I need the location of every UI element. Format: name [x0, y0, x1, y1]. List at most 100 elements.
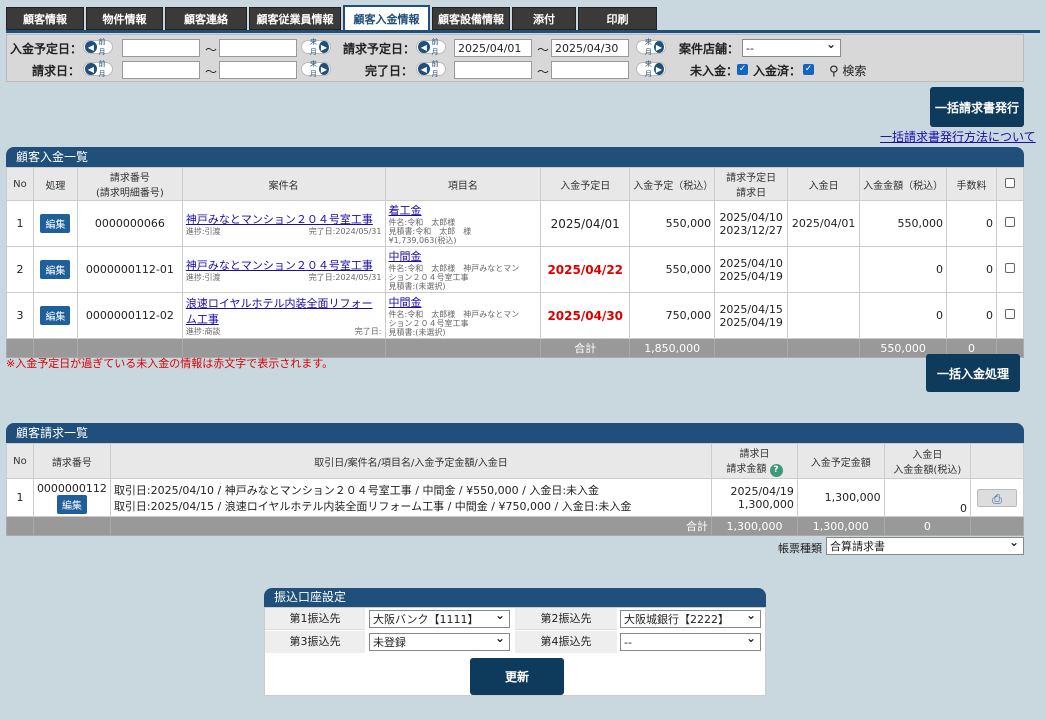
- update-button[interactable]: 更新: [470, 658, 564, 695]
- invoice-due: 2025/04/15: [719, 302, 783, 316]
- next-month-button[interactable]: ▶ 来月: [301, 38, 331, 56]
- invoice-number: 0000000112-01: [76, 246, 183, 293]
- row-no: 2: [6, 246, 34, 293]
- tab-customer-payment[interactable]: 顧客入金情報: [343, 5, 430, 30]
- tab-property-info[interactable]: 物件情報: [86, 7, 163, 30]
- edit-button[interactable]: 編集: [40, 306, 71, 325]
- bulk-payment-button[interactable]: 一括入金処理: [926, 354, 1020, 392]
- chevron-left-icon: ◀: [85, 63, 97, 75]
- unpaid-checkbox[interactable]: ✓: [737, 64, 748, 75]
- print-button[interactable]: ⎙: [977, 488, 1017, 507]
- item-link[interactable]: 中間金: [389, 294, 538, 310]
- invoice-date: 2025/04/19: [719, 315, 783, 329]
- due-date-overdue: 2025/04/30: [540, 292, 631, 339]
- invoice-number: 0000000112-02: [76, 292, 183, 339]
- prev-month-button[interactable]: ◀ 前月: [83, 38, 113, 56]
- bulk-invoice-help-link[interactable]: 一括請求書発行方法について: [880, 128, 1036, 145]
- tilde: ～: [205, 65, 218, 79]
- tilde: ～: [537, 43, 550, 57]
- due-date: 2025/04/01: [540, 200, 631, 247]
- item-link[interactable]: 中間金: [389, 248, 538, 264]
- payment-due-from-input[interactable]: [122, 39, 200, 57]
- col-paid-amount: 入金金額（税込）: [859, 167, 948, 201]
- table-row: 2 編集 0000000112-01 神戸みなとマンション２０４号室工事 進捗:引…: [6, 246, 1025, 293]
- invoice-due-to-input[interactable]: 2025/04/30: [551, 39, 629, 57]
- col-invoice-number: 請求番号: [32, 443, 111, 479]
- help-icon[interactable]: ?: [769, 464, 783, 477]
- invoice-due: 2025/04/10: [719, 256, 783, 270]
- tab-print[interactable]: 印刷: [578, 7, 657, 30]
- prev-month-button-2[interactable]: ◀ 前月: [416, 38, 446, 56]
- paid-checkbox[interactable]: ✓: [803, 64, 814, 75]
- chevron-left-icon: ◀: [85, 41, 97, 53]
- bank-settings-panel: 第1振込先 大阪バンク【1111】 第2振込先 大阪城銀行【2222】 第3振込…: [264, 607, 766, 696]
- tab-customer-equipment[interactable]: 顧客設備情報: [432, 7, 510, 30]
- edit-button[interactable]: 編集: [40, 260, 71, 279]
- progress: 進捗:引渡: [185, 227, 221, 236]
- chevron-left-icon: ◀: [418, 63, 430, 75]
- bank-2-select[interactable]: 大阪城銀行【2222】: [620, 608, 761, 628]
- row-checkbox[interactable]: [995, 200, 1025, 247]
- total-due: 1,850,000: [629, 338, 716, 358]
- tab-customer-contact[interactable]: 顧客連絡: [165, 7, 247, 30]
- case-link[interactable]: 神戸みなとマンション２０４号室工事: [186, 257, 382, 273]
- store-label: 案件店舗：: [679, 42, 740, 56]
- invoice-number: 0000000112: [36, 481, 107, 495]
- fee: 0: [946, 246, 997, 293]
- item-detail: 件名:令和 太郎様 神戸みなとマン: [388, 310, 520, 319]
- table-row: 3 編集 0000000112-02 浪速ロイヤルホテル内装全面リフォーム工事進…: [6, 292, 1025, 339]
- next-month-button-3[interactable]: ▶ 来月: [301, 60, 331, 78]
- fee: 0: [946, 200, 997, 247]
- case-link[interactable]: 浪速ロイヤルホテル内装全面リフォーム工事: [186, 295, 382, 327]
- row-checkbox[interactable]: [995, 292, 1025, 339]
- paid-date: [787, 246, 861, 293]
- row-checkbox[interactable]: [995, 246, 1025, 293]
- tab-attachment[interactable]: 添付: [512, 7, 576, 30]
- tab-bar: 顧客情報 物件情報 顧客連絡 顧客従業員情報 顧客入金情報 顧客設備情報 添付 …: [6, 5, 659, 30]
- paid-amount: 0: [859, 292, 948, 339]
- bulk-invoice-button[interactable]: 一括請求書発行: [930, 87, 1024, 127]
- fee: 0: [946, 292, 997, 339]
- item-link[interactable]: 着工金: [389, 202, 538, 218]
- next-month-button-4[interactable]: ▶ 来月: [636, 60, 666, 78]
- tab-customer-employee[interactable]: 顧客従業員情報: [249, 7, 341, 30]
- edit-button[interactable]: 編集: [56, 494, 87, 514]
- print-icon: ⎙: [992, 491, 1002, 506]
- payment-due-to-input[interactable]: [219, 39, 297, 57]
- invoice-amount: 1,300,000: [737, 497, 794, 511]
- prev-month-button-3[interactable]: ◀ 前月: [83, 60, 113, 78]
- tab-underline: [6, 30, 1040, 33]
- bank-3-select[interactable]: 未登録: [369, 631, 510, 651]
- invoice-due-from-input[interactable]: 2025/04/01: [454, 39, 532, 57]
- case-link[interactable]: 神戸みなとマンション２０４号室工事: [186, 211, 382, 227]
- chevron-left-icon: ◀: [418, 41, 430, 53]
- store-select[interactable]: --: [742, 37, 841, 57]
- chevron-right-icon: ▶: [318, 41, 329, 53]
- completion-to-input[interactable]: [551, 61, 629, 79]
- invoice-table: No 請求番号 取引日/案件名/項目名/入金予定金額/入金日 請求日 請求金額 …: [6, 443, 1024, 536]
- bank-1-select[interactable]: 大阪バンク【1111】: [369, 608, 510, 628]
- total-label: 合計: [109, 516, 713, 536]
- tilde: ～: [205, 43, 218, 57]
- due-amount: 1,300,000: [796, 478, 885, 517]
- form-type-select[interactable]: 合算請求書: [826, 535, 1024, 555]
- invoice-date-to-input[interactable]: [219, 61, 297, 79]
- bank-1-label: 第1振込先: [265, 608, 365, 630]
- invoice-number: 0000000066: [76, 200, 183, 247]
- paid-label: 入金済：: [753, 64, 802, 78]
- chevron-right-icon: ▶: [653, 41, 664, 53]
- item-detail: 見積書:令和 太郎 様: [388, 227, 472, 236]
- col-invoice-date-amount: 請求日 請求金額 ?: [711, 443, 798, 479]
- bank-4-select[interactable]: --: [620, 631, 761, 651]
- select-all-checkbox[interactable]: [995, 167, 1025, 201]
- invoice-date-from-input[interactable]: [122, 61, 200, 79]
- completion: 完了日:2024/05/31: [308, 227, 382, 236]
- completion-from-input[interactable]: [454, 61, 532, 79]
- next-month-button-2[interactable]: ▶ 来月: [636, 38, 666, 56]
- total-paid: 0: [883, 516, 972, 536]
- search-button[interactable]: ⚲ 検索: [829, 62, 866, 79]
- tab-customer-info[interactable]: 顧客情報: [6, 7, 84, 30]
- edit-button[interactable]: 編集: [40, 214, 71, 233]
- due-amount: 550,000: [629, 246, 716, 293]
- prev-month-button-4[interactable]: ◀ 前月: [416, 60, 446, 78]
